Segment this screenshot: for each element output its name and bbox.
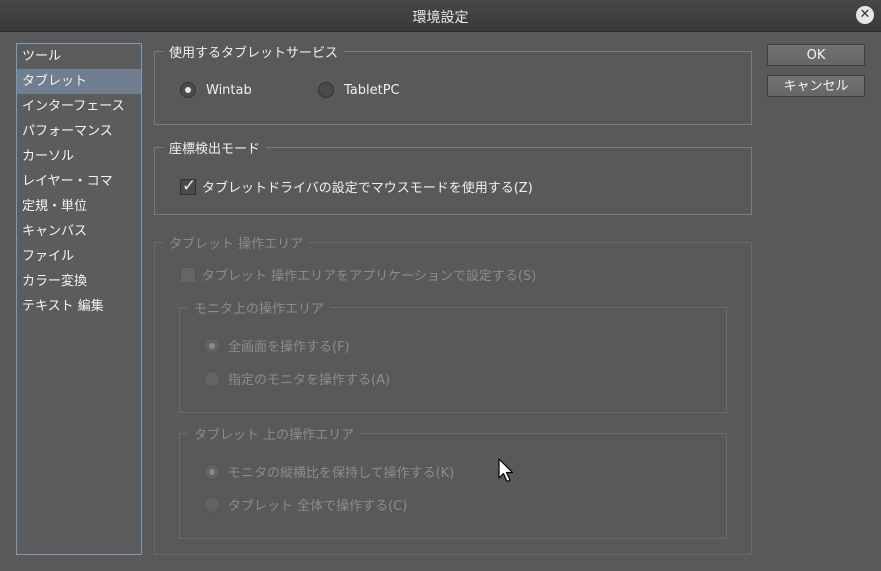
coordinate-mode-group: 座標検出モード ✓ タブレットドライバの設定でマウスモードを使用する(Z)	[154, 138, 752, 215]
app-setting-checkbox[interactable]	[180, 266, 196, 283]
category-item-canvas[interactable]: キャンバス	[17, 219, 141, 244]
keep-ratio-label: モニタの縦横比を保持して操作する(K)	[228, 466, 455, 481]
category-item-ruler-unit[interactable]: 定規・単位	[17, 194, 141, 219]
keep-ratio-radio[interactable]	[204, 463, 220, 480]
category-list: ツール タブレット インターフェース パフォーマンス カーソル レイヤー・コマ …	[16, 43, 142, 555]
app-setting-label: タブレット 操作エリアをアプリケーションで設定する(S)	[202, 269, 537, 284]
cancel-button[interactable]: キャンセル	[767, 75, 865, 97]
whole-tablet-option[interactable]: タブレット 全体で操作する(C)	[204, 495, 407, 514]
whole-tablet-radio[interactable]	[204, 496, 220, 513]
category-item-file[interactable]: ファイル	[17, 244, 141, 269]
coordinate-mode-title: 座標検出モード	[163, 138, 267, 157]
specific-monitor-label: 指定のモニタを操作する(A)	[228, 373, 391, 388]
tabletpc-label: TabletPC	[344, 82, 400, 98]
close-icon[interactable]: ✕	[856, 6, 874, 24]
tabletpc-radio[interactable]	[318, 82, 334, 98]
specific-monitor-radio[interactable]	[204, 370, 220, 387]
mouse-mode-option[interactable]: ✓ タブレットドライバの設定でマウスモードを使用する(Z)	[180, 175, 533, 196]
window-title: 環境設定	[412, 10, 469, 26]
category-item-performance[interactable]: パフォーマンス	[17, 119, 141, 144]
checkmark-icon: ✓	[182, 175, 197, 196]
category-item-tool[interactable]: ツール	[17, 44, 141, 69]
mouse-mode-checkbox[interactable]: ✓	[180, 175, 197, 196]
category-item-layer-frame[interactable]: レイヤー・コマ	[17, 169, 141, 194]
category-item-interface[interactable]: インターフェース	[17, 94, 141, 119]
tablet-area-group: タブレット 操作エリア タブレット 操作エリアをアプリケーションで設定する(S)…	[154, 233, 752, 555]
whole-tablet-label: タブレット 全体で操作する(C)	[228, 499, 408, 514]
full-screen-radio[interactable]	[204, 337, 220, 354]
tablet-surface-area-group: タブレット 上の操作エリア モニタの縦横比を保持して操作する(K) タブレット …	[179, 424, 727, 539]
tablet-surface-area-title: タブレット 上の操作エリア	[188, 424, 361, 443]
mouse-cursor-icon	[498, 458, 514, 483]
tablet-service-title: 使用するタブレットサービス	[163, 42, 345, 61]
tablet-service-group: 使用するタブレットサービス Wintab TabletPC	[154, 42, 752, 125]
monitor-area-group: モニタ上の操作エリア 全画面を操作する(F) 指定のモニタを操作する(A)	[179, 298, 727, 413]
monitor-area-title: モニタ上の操作エリア	[188, 298, 331, 317]
dialog-body: ツール タブレット インターフェース パフォーマンス カーソル レイヤー・コマ …	[0, 32, 881, 571]
full-screen-option[interactable]: 全画面を操作する(F)	[204, 336, 350, 355]
category-item-text-edit[interactable]: テキスト 編集	[17, 294, 141, 319]
category-item-tablet[interactable]: タブレット	[17, 69, 141, 94]
wintab-label: Wintab	[206, 82, 252, 98]
full-screen-label: 全画面を操作する(F)	[228, 340, 350, 355]
wintab-radio[interactable]	[180, 82, 196, 98]
specific-monitor-option[interactable]: 指定のモニタを操作する(A)	[204, 369, 390, 388]
ok-button[interactable]: OK	[767, 44, 865, 66]
keep-ratio-option[interactable]: モニタの縦横比を保持して操作する(K)	[204, 462, 454, 481]
category-item-cursor[interactable]: カーソル	[17, 144, 141, 169]
category-item-color-conversion[interactable]: カラー変換	[17, 269, 141, 294]
tablet-area-title: タブレット 操作エリア	[163, 233, 310, 252]
title-bar: 環境設定 ✕	[0, 0, 881, 32]
app-setting-option[interactable]: タブレット 操作エリアをアプリケーションで設定する(S)	[180, 265, 536, 284]
mouse-mode-label: タブレットドライバの設定でマウスモードを使用する(Z)	[202, 181, 533, 196]
wintab-option[interactable]: Wintab	[180, 82, 252, 98]
tabletpc-option[interactable]: TabletPC	[318, 82, 400, 98]
